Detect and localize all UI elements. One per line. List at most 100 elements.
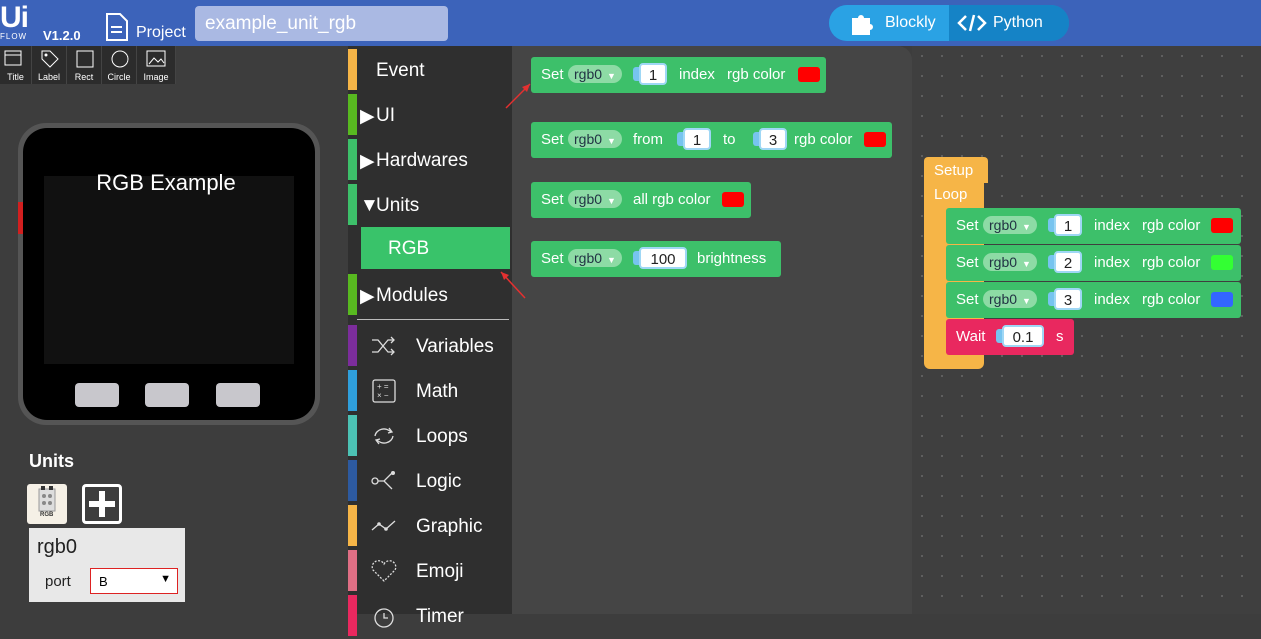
category-hardwares[interactable]: ▶ Hardwares	[348, 138, 512, 183]
port-value: B	[99, 574, 108, 589]
tool-rect[interactable]: Rect	[67, 46, 102, 84]
uiflow-logo: Ui FLOW	[0, 2, 40, 44]
branch-icon	[371, 471, 395, 490]
screen-title-label[interactable]: RGB Example	[44, 170, 288, 196]
unit-properties-panel: rgb0 port B ▼	[29, 528, 185, 602]
tool-label[interactable]: Label	[32, 46, 67, 84]
python-mode-button[interactable]: Python	[949, 5, 1069, 41]
workspace-block-wait[interactable]: Wait 0.1 s	[946, 319, 1074, 355]
workspace-block-set-led-1[interactable]: Set rgb0 ▼ 1 index rgb color	[946, 208, 1241, 244]
rgb-unit-icon[interactable]: RGB	[27, 484, 67, 524]
category-graphic[interactable]: Graphic	[348, 504, 512, 549]
rect-icon	[76, 50, 94, 68]
device-button-c[interactable]	[216, 383, 260, 407]
flyout-block-set-brightness[interactable]: Set rgb0 ▼ 100 brightness	[531, 241, 781, 277]
category-ui[interactable]: ▶ UI	[348, 93, 512, 138]
ui-toolbox: Title Label Rect Circle Image	[0, 46, 176, 84]
variable-dropdown[interactable]: rgb0 ▼	[568, 130, 622, 148]
flyout-block-set-index-color[interactable]: Set rgb0 ▼ 1 index rgb color	[531, 57, 826, 93]
variable-dropdown[interactable]: rgb0 ▼	[568, 65, 622, 83]
device-side-marker	[18, 202, 23, 234]
plus-icon	[89, 491, 115, 517]
blockly-mode-button[interactable]: Blockly	[829, 5, 949, 41]
category-loops[interactable]: Loops	[348, 414, 512, 459]
rgb-unit-icon-label: RGB	[40, 512, 54, 518]
variable-dropdown[interactable]: rgb0 ▼	[983, 253, 1037, 271]
mode-toggle: Blockly Python	[829, 5, 1069, 41]
category-rgb[interactable]: RGB	[361, 227, 510, 269]
variable-dropdown[interactable]: rgb0 ▼	[983, 290, 1037, 308]
flyout-block-set-all-color[interactable]: Set rgb0 ▼ all rgb color	[531, 182, 751, 218]
device-button-b[interactable]	[145, 383, 189, 407]
version-label: V1.2.0	[43, 28, 81, 43]
svg-text:+ =: + =	[377, 382, 389, 391]
wait-seconds-input[interactable]: 0.1	[1002, 325, 1044, 347]
expand-triangle-icon: ▶	[360, 151, 375, 172]
document-icon	[106, 13, 128, 41]
index-number-input[interactable]: 2	[1054, 251, 1082, 273]
category-units[interactable]: ▼ Units	[348, 183, 512, 228]
color-swatch[interactable]	[722, 192, 744, 207]
blockly-label: Blockly	[885, 14, 936, 31]
category-timer[interactable]: Timer	[348, 594, 512, 639]
workspace-block-set-led-3[interactable]: Set rgb0 ▼ 3 index rgb color	[946, 282, 1241, 318]
category-variables[interactable]: Variables	[348, 324, 512, 369]
color-swatch[interactable]	[864, 132, 886, 147]
title-icon	[4, 50, 22, 66]
port-label: port	[45, 573, 71, 590]
circle-icon	[111, 50, 129, 68]
label-icon	[41, 50, 59, 68]
shuffle-icon	[372, 336, 395, 356]
flyout-block-set-range-color[interactable]: Set rgb0 ▼ from 1 to 3 rgb color	[531, 122, 892, 158]
category-logic[interactable]: Logic	[348, 459, 512, 504]
project-name-input[interactable]	[195, 6, 448, 41]
variable-dropdown[interactable]: rgb0 ▼	[983, 216, 1037, 234]
from-number-input[interactable]: 1	[683, 128, 711, 150]
port-select[interactable]: B ▼	[90, 568, 178, 594]
variable-dropdown[interactable]: rgb0 ▼	[568, 249, 622, 267]
color-swatch[interactable]	[1211, 255, 1233, 270]
project-menu-button[interactable]: Project	[104, 12, 194, 42]
category-modules[interactable]: ▶ Modules	[348, 273, 512, 318]
setup-block[interactable]: Setup	[924, 157, 988, 183]
tool-circle[interactable]: Circle	[102, 46, 137, 84]
loop-block[interactable]: Loop	[924, 181, 984, 209]
to-number-input[interactable]: 3	[759, 128, 787, 150]
device-screen[interactable]	[44, 176, 294, 364]
color-swatch[interactable]	[798, 67, 820, 82]
svg-text:× −: × −	[377, 391, 389, 400]
logo-subtext: FLOW	[0, 32, 28, 41]
brightness-number-input[interactable]: 100	[639, 247, 687, 269]
variable-dropdown[interactable]: rgb0 ▼	[568, 190, 622, 208]
block-category-panel: Event ▶ UI ▶ Hardwares ▼ Units RGB ▶ Mod…	[348, 46, 512, 636]
color-swatch[interactable]	[1211, 218, 1233, 233]
category-emoji[interactable]: Emoji	[348, 549, 512, 594]
index-number-input[interactable]: 1	[1054, 214, 1082, 236]
category-event[interactable]: Event	[348, 48, 512, 93]
expand-triangle-icon: ▶	[360, 286, 375, 307]
clock-icon	[374, 608, 394, 628]
add-unit-button[interactable]	[82, 484, 122, 524]
tool-image[interactable]: Image	[137, 46, 176, 84]
workspace-block-set-led-2[interactable]: Set rgb0 ▼ 2 index rgb color	[946, 245, 1241, 281]
expand-triangle-icon: ▶	[360, 106, 375, 127]
category-math[interactable]: + = × − Math	[348, 369, 512, 414]
units-heading: Units	[29, 451, 74, 471]
heart-icon	[371, 560, 397, 582]
color-swatch[interactable]	[1211, 292, 1233, 307]
category-separator	[357, 319, 509, 320]
top-bar: Ui FLOW V1.2.0 Project Blockly Python	[0, 0, 1261, 46]
device-button-a[interactable]	[75, 383, 119, 407]
index-number-input[interactable]: 1	[639, 63, 667, 85]
project-label: Project	[136, 24, 186, 41]
graph-line-icon	[371, 520, 396, 531]
tool-title[interactable]: Title	[0, 46, 32, 84]
rgb-unit-graphic	[38, 486, 56, 512]
python-label: Python	[993, 14, 1043, 31]
logo-text: Ui	[0, 1, 29, 34]
unit-name: rgb0	[37, 536, 78, 558]
code-icon	[957, 14, 987, 32]
index-number-input[interactable]: 3	[1054, 288, 1082, 310]
puzzle-icon	[852, 15, 873, 35]
annotation-arrow-icon	[505, 83, 531, 109]
